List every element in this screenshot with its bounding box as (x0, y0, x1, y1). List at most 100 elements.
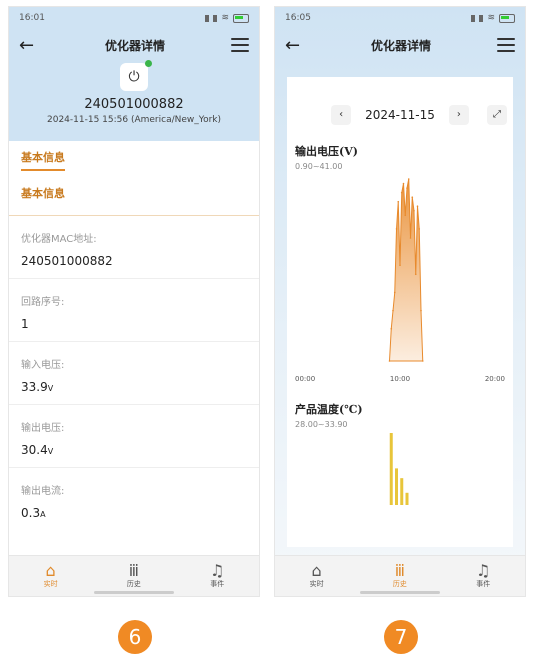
page-title: 优化器详情 (104, 38, 165, 53)
chart-card: ‹ 2024-11-15 › ⤢ 输出电压(V) 0.90~41.00 00:0… (287, 77, 513, 547)
page-title: 优化器详情 (370, 38, 431, 53)
screen-history: 16:05 ≋ ← 优化器详情 ‹ 2024-11-15 › ⤢ 输出电压(V)… (274, 6, 526, 597)
menu-icon[interactable] (230, 38, 249, 52)
battery-icon (499, 13, 515, 23)
voltage-data-point (420, 309, 422, 312)
prev-date-button[interactable]: ‹ (331, 105, 352, 125)
online-status-dot (145, 60, 152, 67)
field-label: 优化器MAC地址: (21, 234, 97, 245)
voltage-data-point (395, 228, 398, 230)
device-header-area: 16:01 ≋ ← 优化器详情 ⏻ 240501000882 2024-11-1… (9, 7, 259, 141)
field-value: 240501000882 (21, 254, 113, 268)
bottom-nav: ⌂ 实时 ⅲ 历史 ♫ 事件 (275, 555, 525, 596)
voltage-data-point (407, 178, 410, 180)
chart-title-voltage: 输出电压(V) (295, 145, 358, 158)
optimizer-device-icon: ⏻ (120, 60, 152, 91)
field-row-input-voltage: 输入电压: 33.9V (9, 342, 259, 405)
next-date-button[interactable]: › (448, 105, 469, 125)
selected-date: 2024-11-15 (365, 108, 435, 122)
bell-icon: ♫ (476, 561, 491, 580)
chart-title-temperature: 产品温度(℃) (295, 403, 363, 416)
voltage-data-point (402, 182, 405, 185)
temperature-chart (389, 433, 409, 505)
nav-events[interactable]: ♫ 事件 (210, 563, 224, 589)
device-summary: ⏻ 240501000882 2024-11-15 15:56 (America… (9, 60, 259, 141)
voltage-data-point (421, 360, 424, 362)
menu-icon[interactable] (496, 38, 515, 52)
step-badge: 7 (384, 620, 418, 654)
history-icon: ⅲ (128, 561, 139, 580)
field-label: 输出电流: (21, 486, 65, 497)
temperature-bar (405, 492, 409, 505)
nav-events[interactable]: ♫ 事件 (476, 563, 490, 589)
x-tick: 00:00 (295, 375, 316, 383)
voltage-data-point (397, 200, 400, 203)
tab-basic-info[interactable]: 基本信息 (21, 141, 65, 171)
field-row-loop: 回路序号: 1 (9, 279, 259, 342)
status-bar: 16:01 ≋ (9, 7, 259, 29)
signal-icon (471, 14, 476, 22)
home-indicator (360, 591, 440, 594)
home-icon: ⌂ (311, 561, 322, 580)
voltage-data-point (392, 309, 394, 312)
back-arrow-icon[interactable]: ← (285, 35, 305, 56)
field-label: 输入电压: (21, 360, 65, 371)
voltage-data-point (400, 191, 403, 194)
nav-history[interactable]: ⅲ 历史 (393, 563, 407, 589)
field-label: 输出电压: (21, 423, 65, 434)
nav-realtime[interactable]: ⌂ 实时 (310, 563, 324, 589)
temperature-bar (395, 468, 398, 505)
voltage-data-point (388, 360, 391, 362)
x-tick: 20:00 (484, 375, 505, 383)
voltage-data-point (399, 264, 401, 267)
back-arrow-icon[interactable]: ← (19, 35, 39, 56)
voltage-data-point (414, 273, 417, 276)
signal-icon (213, 14, 218, 22)
field-value: 30.4V (21, 443, 54, 457)
status-time: 16:01 (19, 13, 45, 23)
field-row-output-voltage: 输出电压: 30.4V (9, 405, 259, 468)
voltage-data-point (418, 228, 421, 230)
chart-range-temperature: 28.00~33.90 (295, 420, 348, 429)
home-indicator (94, 591, 174, 594)
home-icon: ⌂ (45, 561, 56, 580)
voltage-data-point (411, 196, 414, 198)
voltage-chart (388, 178, 424, 362)
nav-history[interactable]: ⅲ 历史 (127, 563, 141, 589)
field-value: 33.9V (21, 380, 54, 394)
signal-icon (205, 14, 210, 22)
section-title: 基本信息 (9, 171, 259, 216)
status-icons: ≋ (471, 13, 515, 23)
voltage-data-point (393, 291, 396, 294)
temperature-bar (400, 478, 404, 505)
field-row-output-current: 输出电流: 0.3A (9, 468, 259, 530)
tab-bar: 基本信息 (9, 141, 259, 171)
battery-icon (233, 13, 249, 23)
nav-realtime[interactable]: ⌂ 实时 (44, 563, 58, 589)
voltage-data-point (413, 209, 415, 212)
app-header: ← 优化器详情 (9, 29, 259, 61)
status-time: 16:05 (285, 13, 311, 23)
wifi-icon: ≋ (487, 13, 495, 23)
chart-range-voltage: 0.90~41.00 (295, 162, 343, 171)
voltage-data-point (390, 327, 393, 330)
x-tick: 10:00 (389, 375, 411, 383)
x-axis-ticks: 00:00 10:00 20:00 (287, 375, 513, 383)
status-bar: 16:05 ≋ (275, 7, 525, 29)
bottom-nav: ⌂ 实时 ⅲ 历史 ♫ 事件 (9, 555, 259, 596)
voltage-data-point (409, 237, 412, 239)
screen-realtime: 16:01 ≋ ← 优化器详情 ⏻ 240501000882 2024-11-1… (8, 6, 260, 597)
voltage-data-point (416, 205, 419, 208)
temperature-bar (389, 433, 393, 505)
wifi-icon: ≋ (221, 13, 229, 23)
bell-icon: ♫ (210, 561, 225, 580)
date-selector: ‹ 2024-11-15 › ⤢ (287, 105, 513, 125)
fullscreen-icon[interactable]: ⤢ (487, 105, 507, 125)
history-icon: ⅲ (394, 561, 405, 580)
device-timestamp: 2024-11-15 15:56 (America/New_York) (47, 115, 221, 125)
voltage-data-point (404, 214, 407, 217)
signal-icon (479, 14, 484, 22)
field-label: 回路序号: (21, 297, 65, 308)
app-header: ← 优化器详情 (275, 29, 525, 61)
device-serial: 240501000882 (84, 97, 184, 112)
